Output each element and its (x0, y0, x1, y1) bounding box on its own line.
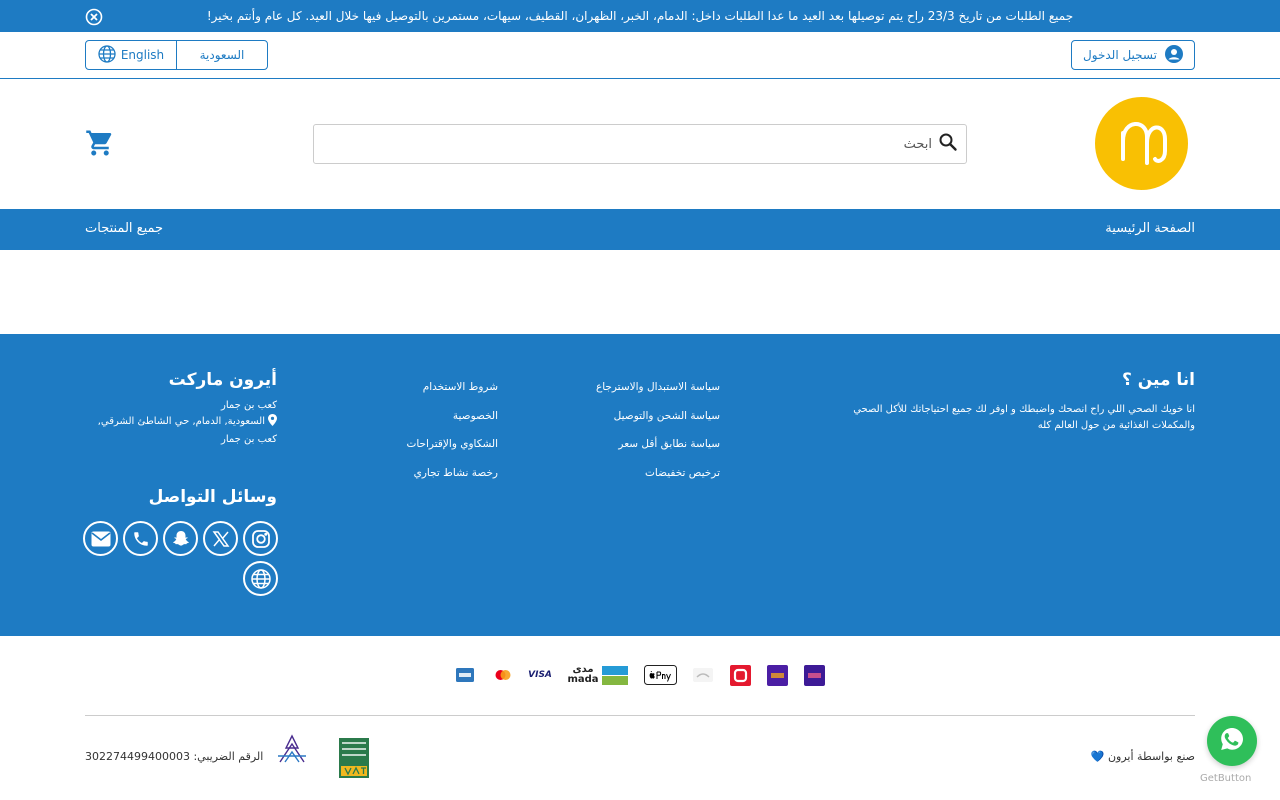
cart-icon[interactable] (85, 128, 115, 158)
country-label: السعودية (199, 48, 245, 62)
login-label: تسجيل الدخول (1083, 48, 1157, 62)
website-globe-icon[interactable] (243, 561, 278, 596)
search-bar (313, 124, 967, 164)
phone-icon[interactable] (123, 521, 158, 556)
mastercard-icon (494, 664, 512, 686)
store-address: السعودية, الدمام, حي الشاطئ الشرقي, كعب … (85, 414, 277, 448)
mada-logo: مدى mada (566, 664, 629, 686)
store-owner: كعب بن جمار (221, 400, 277, 411)
store-title: أيرون ماركت (168, 370, 277, 390)
store-logo[interactable] (1095, 97, 1188, 190)
user-icon (1164, 44, 1183, 66)
about-title: انا مين ؟ (1121, 370, 1195, 390)
country-button[interactable]: السعودية (177, 41, 267, 69)
email-icon[interactable] (83, 521, 118, 556)
vat-logo (339, 738, 369, 778)
policy-links: سياسة الاستبدال والاسترجاع سياسة الشحن و… (596, 381, 720, 495)
store-info: أيرون ماركت كعب بن جمار السعودية, الدمام… (85, 370, 277, 448)
credit-label: صنع بواسطة أيرون (1107, 750, 1195, 763)
nav-home-link[interactable]: الصفحة الرئيسية (1105, 221, 1195, 236)
amex-icon (456, 664, 474, 686)
login-button[interactable]: تسجيل الدخول (1071, 40, 1195, 70)
announcement-text: جميع الطلبات من تاريخ 23/3 راح يتم توصيل… (206, 9, 1074, 23)
close-icon[interactable] (85, 8, 103, 26)
footer-link-business-license[interactable]: رخصة نشاط تجاري (406, 467, 498, 496)
legal-links: شروط الاستخدام الخصوصية الشكاوي والإقترا… (406, 381, 498, 495)
apple-pay-icon (644, 664, 677, 686)
map-pin-icon (268, 414, 277, 432)
x-twitter-icon[interactable] (203, 521, 238, 556)
visa-label: VISA (528, 670, 552, 680)
announcement-bar: جميع الطلبات من تاريخ 23/3 راح يتم توصيل… (0, 0, 1280, 32)
tamara-icon (767, 664, 788, 686)
search-input[interactable] (314, 136, 932, 152)
footer-link-terms[interactable]: شروط الاستخدام (406, 381, 498, 410)
mada-latin: mada (567, 674, 599, 685)
footer: انا مين ؟ انا خويك الصحي اللي راح انصحك … (0, 334, 1280, 636)
footer-link-price-match[interactable]: سياسة نطابق أقل سعر (596, 438, 720, 467)
store-address-text: السعودية, الدمام, حي الشاطئ الشرقي, كعب … (97, 416, 277, 445)
globe-icon (98, 44, 116, 66)
heart-icon: 💙 (1090, 750, 1105, 763)
visa-logo: VISA (527, 664, 553, 686)
tax-number: الرقم الضريبي: 302274499400003 (85, 750, 264, 763)
mada-stripes (601, 665, 628, 685)
tabby-icon (730, 664, 751, 686)
footer-link-discount-license[interactable]: ترخيص تخفيضات (596, 467, 720, 496)
language-country-switch: English السعودية (85, 40, 268, 70)
footer-link-privacy[interactable]: الخصوصية (406, 410, 498, 439)
footer-divider (85, 715, 1195, 716)
language-label: English (120, 48, 165, 62)
search-icon[interactable] (938, 132, 958, 156)
footer-link-shipping[interactable]: سياسة الشحن والتوصيل (596, 410, 720, 439)
nav-all-products-link[interactable]: جميع المنتجات (85, 221, 163, 236)
whatsapp-icon (1218, 725, 1246, 757)
social-title: وسائل التواصل (148, 487, 277, 507)
language-button[interactable]: English (86, 41, 177, 69)
snapchat-icon[interactable] (163, 521, 198, 556)
footer-link-returns[interactable]: سياسة الاستبدال والاسترجاع (596, 381, 720, 410)
main-nav: الصفحة الرئيسية جميع المنتجات (0, 209, 1280, 250)
whatsapp-button[interactable] (1207, 716, 1257, 766)
instagram-icon[interactable] (243, 521, 278, 556)
credit-text: صنع بواسطة أيرون 💙 (1091, 750, 1195, 763)
footer-link-complaints[interactable]: الشكاوي والإقتراحات (406, 438, 498, 467)
utility-bar: تسجيل الدخول English السعودية (0, 32, 1280, 79)
government-emblem (276, 734, 308, 766)
getbutton-link[interactable]: GetButton (1200, 773, 1251, 784)
stc-pay-icon (693, 664, 713, 686)
about-section: انا مين ؟ انا خويك الصحي اللي راح انصحك … (850, 370, 1195, 434)
tamara-split-icon (804, 664, 825, 686)
about-text: انا خويك الصحي اللي راح انصحك واضبطك و ا… (853, 404, 1195, 431)
